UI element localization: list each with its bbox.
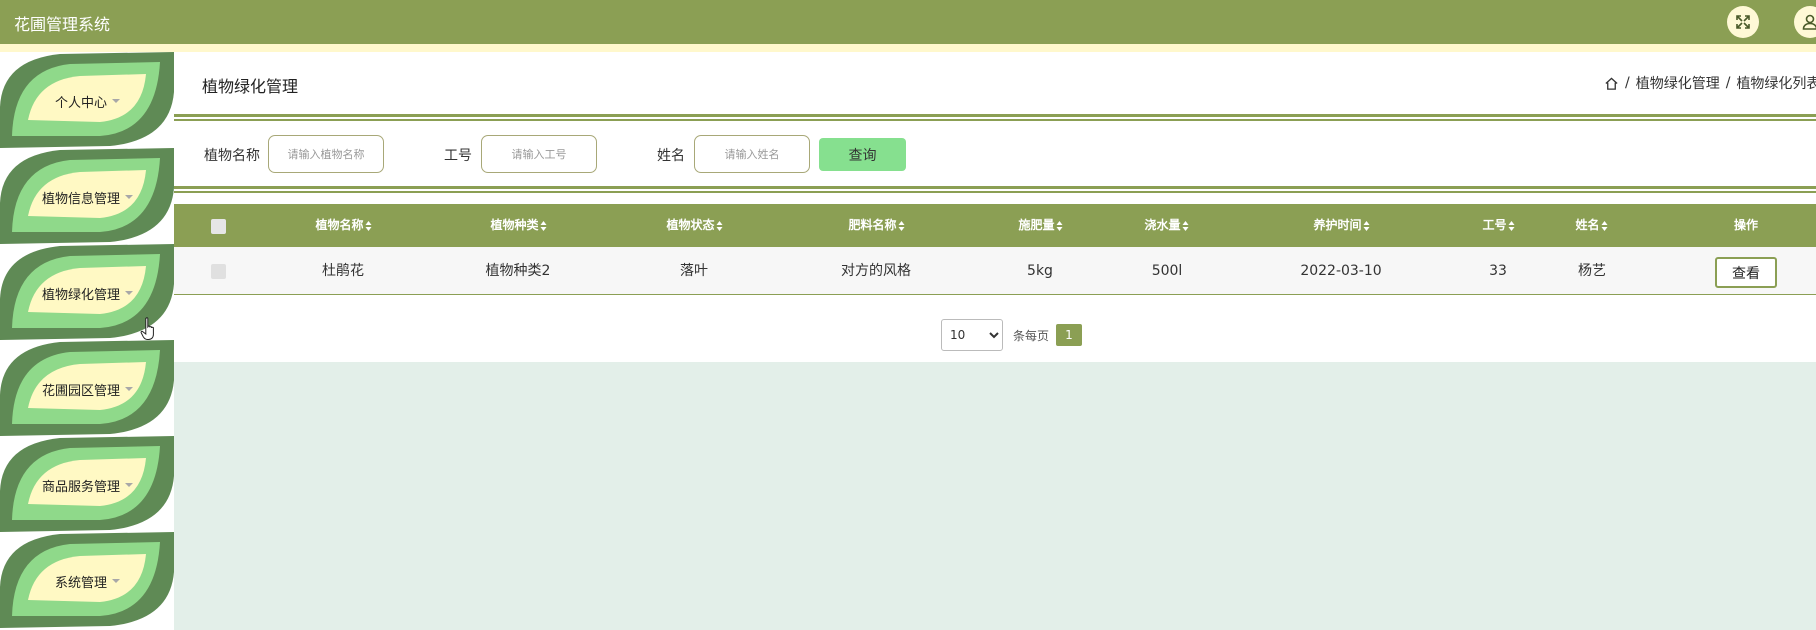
view-button[interactable]: 查看 bbox=[1715, 257, 1777, 288]
sort-icon bbox=[365, 220, 373, 231]
sidebar-item-garden-area[interactable]: 花圃园区管理 bbox=[0, 340, 174, 436]
sort-icon bbox=[1182, 220, 1190, 231]
plant-name-input[interactable] bbox=[268, 135, 384, 173]
plant-name-label: 植物名称 bbox=[204, 148, 260, 164]
sidebar-item-label: 个人中心 bbox=[30, 84, 145, 118]
fullscreen-icon bbox=[1736, 15, 1750, 29]
caret-down-icon bbox=[125, 483, 133, 487]
page-size-select[interactable]: 10 bbox=[941, 319, 1003, 351]
user-icon bbox=[1802, 14, 1816, 30]
worker-id-input[interactable] bbox=[481, 135, 597, 173]
column-header-fertilizer[interactable]: 肥料名称 bbox=[848, 204, 905, 247]
table-header: 植物名称 植物种类 植物状态 肥料名称 施肥量 浇水量 养护时间 工号 姓名 操… bbox=[174, 204, 1816, 247]
column-header-care-time[interactable]: 养护时间 bbox=[1313, 204, 1370, 247]
row-checkbox[interactable] bbox=[211, 264, 226, 279]
caret-down-icon bbox=[125, 291, 133, 295]
cell-plant-name: 杜鹃花 bbox=[322, 263, 364, 279]
sidebar-item-plant-info[interactable]: 植物信息管理 bbox=[0, 148, 174, 244]
column-header-action: 操作 bbox=[1733, 218, 1759, 232]
cell-worker-id: 33 bbox=[1489, 263, 1507, 279]
divider bbox=[174, 114, 1816, 121]
user-button[interactable] bbox=[1794, 6, 1816, 38]
caret-down-icon bbox=[112, 99, 120, 103]
cell-plant-status: 落叶 bbox=[680, 263, 708, 279]
sidebar-item-product-service[interactable]: 商品服务管理 bbox=[0, 436, 174, 532]
breadcrumb-separator: / bbox=[1625, 75, 1630, 91]
app-title: 花圃管理系统 bbox=[14, 15, 111, 34]
sort-icon bbox=[898, 220, 906, 231]
breadcrumb-item-current: 植物绿化列表 bbox=[1736, 76, 1816, 92]
sort-icon bbox=[1363, 220, 1371, 231]
fullscreen-button[interactable] bbox=[1727, 6, 1759, 38]
sort-icon bbox=[1056, 220, 1064, 231]
sidebar-item-label: 系统管理 bbox=[30, 564, 145, 598]
column-header-name[interactable]: 姓名 bbox=[1575, 204, 1608, 247]
column-header-plant-type[interactable]: 植物种类 bbox=[490, 204, 547, 247]
page-number-current[interactable]: 1 bbox=[1056, 324, 1082, 346]
sort-icon bbox=[1601, 220, 1609, 231]
divider bbox=[174, 186, 1816, 193]
hand-cursor-icon bbox=[140, 317, 154, 340]
column-header-plant-status[interactable]: 植物状态 bbox=[666, 204, 723, 247]
cell-name: 杨艺 bbox=[1578, 263, 1606, 279]
search-button[interactable]: 查询 bbox=[819, 138, 906, 171]
caret-down-icon bbox=[125, 195, 133, 199]
sidebar-item-personal-center[interactable]: 个人中心 bbox=[0, 52, 174, 148]
sidebar-item-label: 商品服务管理 bbox=[30, 468, 145, 502]
select-all-checkbox[interactable] bbox=[211, 219, 226, 234]
worker-id-label: 工号 bbox=[444, 148, 472, 164]
sort-icon bbox=[540, 220, 548, 231]
sidebar-item-label: 植物绿化管理 bbox=[30, 276, 145, 310]
home-icon[interactable] bbox=[1604, 76, 1619, 91]
main-panel: 植物绿化管理 / 植物绿化管理 / 植物绿化列表 植物名称 工号 姓名 查询 植… bbox=[174, 52, 1816, 362]
sidebar-item-system[interactable]: 系统管理 bbox=[0, 532, 174, 628]
caret-down-icon bbox=[112, 579, 120, 583]
cell-plant-type: 植物种类2 bbox=[485, 263, 551, 279]
caret-down-icon bbox=[125, 387, 133, 391]
column-header-plant-name[interactable]: 植物名称 bbox=[315, 204, 372, 247]
cell-care-time: 2022-03-10 bbox=[1300, 263, 1382, 279]
sidebar-item-label: 花圃园区管理 bbox=[30, 372, 145, 406]
sidebar-item-label: 植物信息管理 bbox=[30, 180, 145, 214]
breadcrumb: / 植物绿化管理 / 植物绿化列表 bbox=[1604, 73, 1816, 93]
name-label: 姓名 bbox=[657, 148, 685, 164]
breadcrumb-separator: / bbox=[1725, 75, 1731, 91]
page-title: 植物绿化管理 bbox=[202, 77, 299, 96]
sort-icon bbox=[1508, 220, 1516, 231]
column-header-worker-id[interactable]: 工号 bbox=[1482, 204, 1515, 247]
per-page-label: 条每页 bbox=[1013, 329, 1050, 343]
column-header-water-amount[interactable]: 浇水量 bbox=[1144, 204, 1189, 247]
cell-water-amount: 500l bbox=[1151, 263, 1183, 279]
name-input[interactable] bbox=[694, 135, 810, 173]
table-row: 杜鹃花 植物种类2 落叶 对方的风格 5kg 500l 2022-03-10 3… bbox=[174, 247, 1816, 295]
sort-icon bbox=[716, 220, 724, 231]
column-header-fertilizer-amount[interactable]: 施肥量 bbox=[1018, 204, 1063, 247]
header-strip bbox=[0, 44, 1816, 52]
cell-fertilizer-amount: 5kg bbox=[1027, 263, 1053, 279]
cell-fertilizer: 对方的风格 bbox=[841, 263, 911, 279]
top-bar: 花圃管理系统 bbox=[0, 0, 1816, 44]
breadcrumb-item[interactable]: 植物绿化管理 bbox=[1636, 73, 1720, 93]
